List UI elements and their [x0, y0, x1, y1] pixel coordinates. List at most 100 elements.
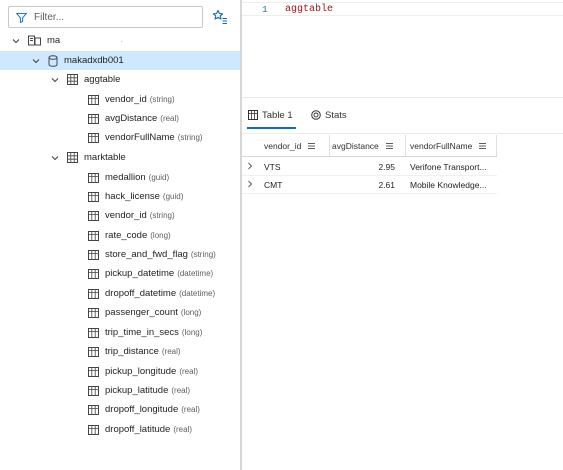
filter-box[interactable] — [8, 6, 203, 28]
column-name: trip_time_in_secs — [105, 327, 179, 338]
column-type: (real) — [179, 367, 198, 376]
database-name: makadxdb001 — [64, 55, 124, 66]
tab-table-1[interactable]: Table 1 — [248, 107, 293, 123]
tree-column-row[interactable]: medallion (guid) — [0, 168, 240, 187]
tab-stats[interactable]: Stats — [311, 107, 347, 123]
cell-avg-distance: 2.95 — [378, 162, 395, 172]
column-name: hack_license — [105, 191, 160, 202]
tree-column-row[interactable]: passenger_count (long) — [0, 303, 240, 322]
column-menu-icon[interactable] — [478, 142, 487, 150]
tree-column-row[interactable]: avgDistance (real) — [0, 109, 240, 128]
database-icon — [48, 54, 58, 67]
tree-column-row[interactable]: pickup_longitude (real) — [0, 362, 240, 381]
table-name: aggtable — [84, 74, 121, 85]
tree-column-row[interactable]: dropoff_longitude (real) — [0, 400, 240, 419]
grid-header-border — [242, 156, 497, 157]
column-icon — [88, 288, 99, 299]
column-type: (real) — [181, 405, 200, 414]
column-icon — [88, 113, 99, 124]
column-name: pickup_datetime — [105, 268, 175, 279]
chevron-down-icon[interactable] — [50, 75, 60, 85]
tree-column-row[interactable]: rate_code (long) — [0, 226, 240, 245]
active-tab-indicator — [247, 127, 296, 129]
column-type: (datetime) — [177, 269, 214, 278]
column-name: passenger_count — [105, 307, 178, 318]
chevron-down-icon[interactable] — [31, 56, 41, 66]
favorites-star-icon[interactable] — [212, 9, 228, 25]
column-type: (string) — [177, 133, 203, 142]
cell-vendor-id: CMT — [264, 180, 283, 190]
explorer-pane: ma · makadxdb001 aggtable vendor_id (str… — [0, 0, 240, 470]
column-name: vendor_id — [105, 94, 147, 105]
column-icon — [88, 132, 99, 143]
query-text[interactable]: aggtable — [285, 4, 333, 15]
column-icon — [88, 366, 99, 377]
column-header-avg-distance[interactable]: avgDistance — [330, 135, 406, 156]
tree-column-row[interactable]: dropoff_latitude (real) — [0, 420, 240, 439]
column-header-vendor-id[interactable]: vendor_id — [256, 135, 330, 156]
tree-column-row[interactable]: store_and_fwd_flag (string) — [0, 245, 240, 264]
column-name: dropoff_latitude — [105, 424, 171, 435]
column-header-vendor-full-name[interactable]: vendorFullName — [406, 135, 497, 156]
column-icon — [88, 346, 99, 357]
cell-avg-distance: 2.61 — [378, 180, 395, 190]
tree-column-row[interactable]: trip_distance (real) — [0, 342, 240, 361]
column-icon — [88, 307, 99, 318]
tree-column-row[interactable]: vendor_id (string) — [0, 206, 240, 225]
column-type: (guid) — [148, 173, 170, 182]
tree-table-row-aggtable[interactable]: aggtable — [0, 70, 240, 89]
tree-column-row[interactable]: hack_license (guid) — [0, 187, 240, 206]
column-icon — [88, 230, 99, 241]
chevron-down-icon[interactable] — [11, 36, 21, 46]
filter-input[interactable] — [34, 9, 199, 25]
tree-database-row[interactable]: makadxdb001 — [0, 51, 240, 70]
results-separator — [242, 133, 563, 134]
tree-column-row[interactable]: pickup_datetime (datetime) — [0, 264, 240, 283]
column-name: pickup_longitude — [105, 366, 177, 377]
column-type: (long) — [180, 308, 202, 317]
column-type: (datetime) — [179, 289, 216, 298]
stats-icon — [311, 110, 321, 120]
column-type: (string) — [190, 250, 216, 259]
tree-column-row[interactable]: trip_time_in_secs (long) — [0, 323, 240, 342]
line-number: 1 — [262, 4, 268, 15]
tab-label: Table 1 — [262, 109, 293, 121]
column-menu-icon[interactable] — [307, 142, 316, 150]
tree-column-row[interactable]: dropoff_datetime (datetime) — [0, 284, 240, 303]
tree-table-row-marktable[interactable]: marktable — [0, 148, 240, 167]
table-row[interactable]: VTS 2.95 Verifone Transport... — [242, 158, 497, 176]
column-icon — [88, 191, 99, 202]
query-editor[interactable]: 1 aggtable — [242, 0, 563, 97]
table-name: marktable — [84, 152, 126, 163]
column-icon — [88, 210, 99, 221]
column-icon — [88, 385, 99, 396]
column-icon — [88, 404, 99, 415]
column-type: (real) — [173, 425, 192, 434]
column-type: (string) — [149, 95, 175, 104]
column-icon — [88, 94, 99, 105]
tree-cluster-row[interactable]: ma · — [0, 31, 240, 50]
column-menu-icon[interactable] — [385, 142, 394, 150]
column-header-label: avgDistance — [332, 140, 379, 151]
chevron-right-icon[interactable] — [247, 180, 253, 188]
tab-label: Stats — [325, 109, 347, 121]
column-name: dropoff_datetime — [105, 288, 177, 299]
column-name: dropoff_longitude — [105, 404, 179, 415]
tree-column-row[interactable]: vendor_id (string) — [0, 90, 240, 109]
chevron-right-icon[interactable] — [247, 162, 253, 170]
cell-vendor-full-name: Verifone Transport... — [410, 162, 487, 172]
column-name: rate_code — [105, 230, 148, 241]
column-name: vendor_id — [105, 210, 147, 221]
tree-column-row[interactable]: pickup_latitude (real) — [0, 381, 240, 400]
column-icon — [88, 249, 99, 260]
column-name: avgDistance — [105, 113, 158, 124]
column-type: (guid) — [162, 192, 184, 201]
column-header-label: vendorFullName — [410, 140, 473, 151]
table-row[interactable]: CMT 2.61 Mobile Knowledge... — [242, 176, 497, 194]
column-icon — [88, 268, 99, 279]
table-icon — [67, 74, 78, 85]
column-type: (string) — [149, 211, 175, 220]
chevron-down-icon[interactable] — [50, 153, 60, 163]
column-name: vendorFullName — [105, 132, 175, 143]
tree-column-row[interactable]: vendorFullName (string) — [0, 128, 240, 147]
